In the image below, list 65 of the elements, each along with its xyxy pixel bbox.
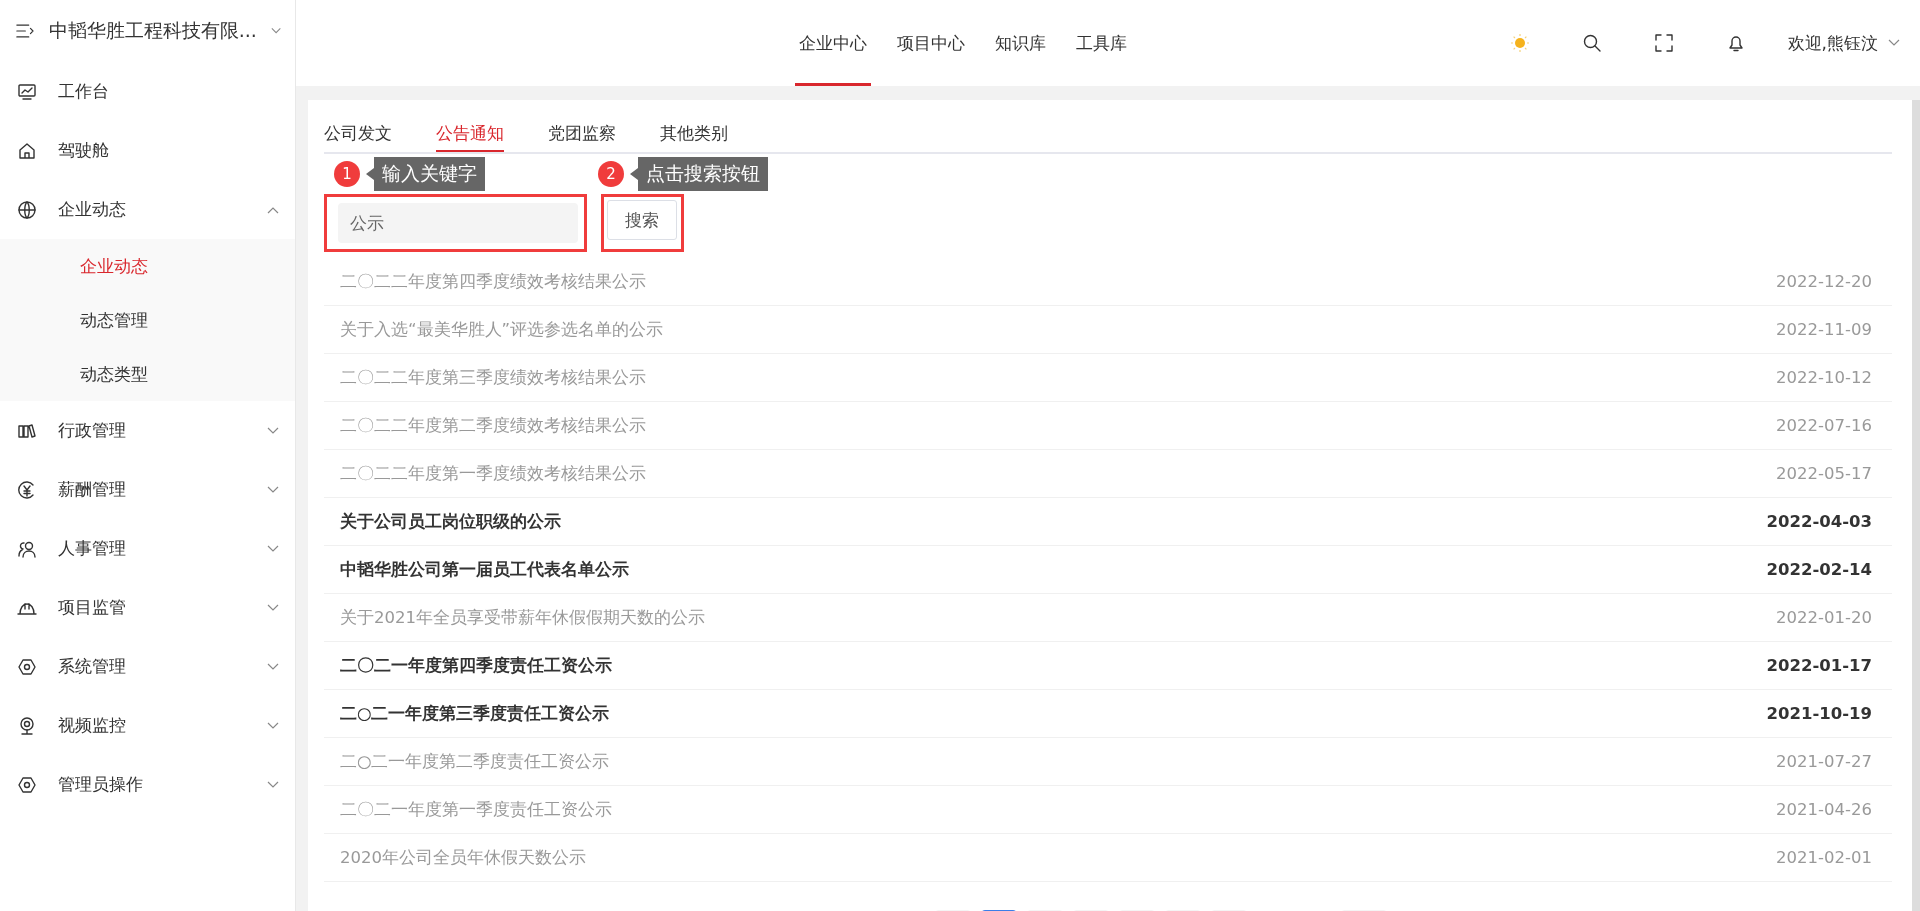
menu-icon[interactable] xyxy=(16,23,35,39)
sidebar-item[interactable]: 人事管理 xyxy=(0,519,295,578)
notice-title: 2020年公司全员年休假天数公示 xyxy=(340,846,586,869)
notice-date: 2021-04-26 xyxy=(1776,800,1872,819)
notice-title: 关于2021年全员享受带薪年休假假期天数的公示 xyxy=(340,606,705,629)
notice-title: 二〇二一年度第四季度责任工资公示 xyxy=(340,654,612,677)
search-button[interactable]: 搜索 xyxy=(607,200,677,240)
submenu-item[interactable]: 动态管理 xyxy=(0,293,295,347)
notice-date: 2022-11-09 xyxy=(1776,320,1872,339)
notice-title: 中韬华胜公司第一届员工代表名单公示 xyxy=(340,558,629,581)
notice-date: 2022-05-17 xyxy=(1776,464,1872,483)
user-greeting[interactable]: 欢迎,熊钰汶 xyxy=(1787,31,1878,55)
company-name[interactable]: 中韬华胜工程科技有限... xyxy=(48,18,257,44)
notice-row[interactable]: 二○二一年度第三季度责任工资公示 2021-10-19 xyxy=(324,690,1892,738)
notice-title: 二〇二二年度第二季度绩效考核结果公示 xyxy=(340,414,646,437)
notice-date: 2022-04-03 xyxy=(1766,512,1872,531)
globe-icon xyxy=(16,198,38,221)
notice-title: 二〇二二年度第四季度绩效考核结果公示 xyxy=(340,270,646,293)
category-tab[interactable]: 党团监察 xyxy=(548,122,616,152)
nav-tab[interactable]: 项目中心 xyxy=(892,0,969,86)
notice-date: 2022-01-17 xyxy=(1766,656,1872,675)
step-number-badge: 1 xyxy=(334,161,360,187)
notice-title: 二〇二一年度第一季度责任工资公示 xyxy=(340,798,612,821)
notice-title: 二○二一年度第三季度责任工资公示 xyxy=(340,702,610,725)
sidebar-item[interactable]: 驾驶舱 xyxy=(0,121,295,180)
notice-date: 2022-12-20 xyxy=(1776,272,1872,291)
chevron-down-icon xyxy=(270,27,281,35)
sidebar-item[interactable]: 视频监控 xyxy=(0,696,295,755)
submenu-item[interactable]: 动态类型 xyxy=(0,347,295,401)
nav-tab[interactable]: 工具库 xyxy=(1071,0,1131,86)
step-number-badge: 2 xyxy=(598,161,624,187)
callout-tooltip: 输入关键字 xyxy=(366,157,485,191)
submenu-item[interactable]: 企业动态 xyxy=(0,239,295,293)
sidebar-item[interactable]: 项目监管 xyxy=(0,578,295,637)
notice-title: 关于入选“最美华胜人”评选参选名单的公示 xyxy=(340,318,664,341)
notice-title: 二○二一年度第二季度责任工资公示 xyxy=(340,750,610,773)
chevron-down-icon xyxy=(1888,39,1900,47)
notice-date: 2022-02-14 xyxy=(1766,560,1872,579)
sidebar-item[interactable]: 企业动态 xyxy=(0,180,295,239)
sidebar-item[interactable]: 行政管理 xyxy=(0,401,295,460)
notice-date: 2021-10-19 xyxy=(1766,704,1872,723)
nav-tab[interactable]: 知识库 xyxy=(990,0,1050,86)
notice-date: 2021-07-27 xyxy=(1776,752,1872,771)
sidebar-item[interactable]: 薪酬管理 xyxy=(0,460,295,519)
fullscreen-icon[interactable] xyxy=(1653,33,1674,53)
notice-row[interactable]: 中韬华胜公司第一届员工代表名单公示 2022-02-14 xyxy=(324,546,1892,594)
notice-title: 二〇二二年度第一季度绩效考核结果公示 xyxy=(340,462,646,485)
category-tab[interactable]: 其他类别 xyxy=(660,122,728,152)
search-icon[interactable] xyxy=(1581,33,1602,53)
category-tab[interactable]: 公告通知 xyxy=(436,122,504,152)
sidebar-item[interactable]: 系统管理 xyxy=(0,637,295,696)
nav-tab[interactable]: 企业中心 xyxy=(794,0,871,86)
search-field[interactable]: 公示 xyxy=(338,203,578,243)
callout-tooltip: 点击搜索按钮 xyxy=(630,157,768,191)
notice-date: 2022-01-20 xyxy=(1776,608,1872,627)
notice-row[interactable]: 关于公司员工岗位职级的公示 2022-04-03 xyxy=(324,498,1892,546)
notice-date: 2022-07-16 xyxy=(1776,416,1872,435)
sidebar-item[interactable]: 工作台 xyxy=(0,62,295,121)
notice-title: 关于公司员工岗位职级的公示 xyxy=(340,510,561,533)
category-tab[interactable]: 公司发文 xyxy=(324,122,392,152)
sidebar-item[interactable]: 管理员操作 xyxy=(0,755,295,814)
notice-date: 2021-02-01 xyxy=(1776,848,1872,867)
notice-row[interactable]: 二〇二一年度第四季度责任工资公示 2022-01-17 xyxy=(324,642,1892,690)
notice-date: 2022-10-12 xyxy=(1776,368,1872,387)
notice-title: 二〇二二年度第三季度绩效考核结果公示 xyxy=(340,366,646,389)
